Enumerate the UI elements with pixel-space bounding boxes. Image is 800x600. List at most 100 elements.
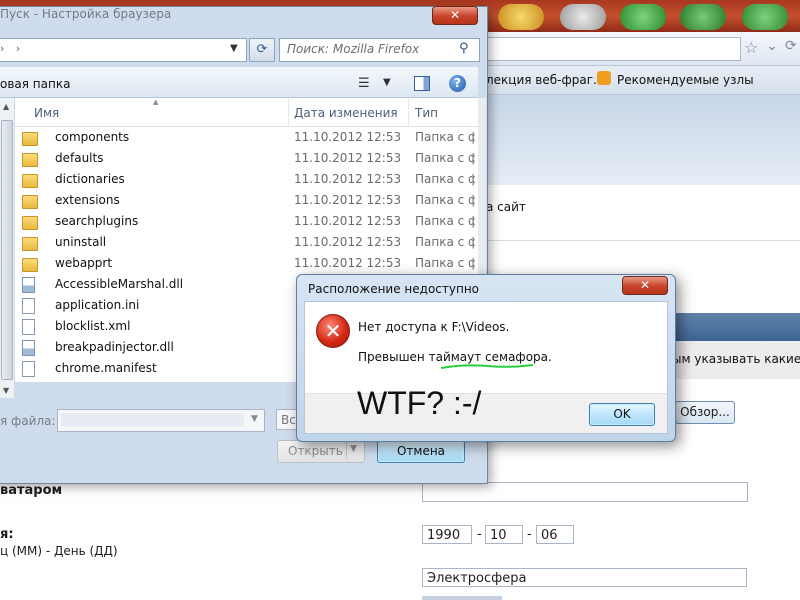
taskbar-icon-1[interactable]: [498, 4, 544, 30]
bookmark-icon: [597, 71, 611, 85]
folder-icon: [22, 174, 38, 188]
file-type: Папка с ф: [415, 130, 475, 144]
new-folder-button[interactable]: овая папка: [0, 77, 70, 91]
folder-icon: [22, 195, 38, 209]
chevron-down-icon[interactable]: ▼: [251, 414, 258, 424]
dll-file-icon: [22, 277, 35, 293]
taskbar-icon-2[interactable]: [560, 4, 606, 30]
file-date: 11.10.2012 12:53: [294, 130, 402, 144]
chevron-down-icon[interactable]: ▼: [350, 444, 357, 454]
dll-file-icon: [22, 340, 35, 356]
file-date: 11.10.2012 12:53: [294, 151, 402, 165]
file-name: searchplugins: [55, 214, 139, 228]
close-button[interactable]: ✕: [622, 276, 668, 295]
close-button[interactable]: ✕: [432, 6, 478, 25]
bookmark-item[interactable]: лекция веб-фраг...: [486, 73, 604, 87]
column-header-name[interactable]: Имя: [34, 106, 59, 120]
file-type: Папка с ф: [415, 193, 475, 207]
filename-text-area[interactable]: [61, 413, 244, 426]
dob-hint: ц (ММ) - День (ДД): [0, 544, 118, 558]
cancel-button[interactable]: Отмена: [377, 440, 465, 463]
search-icon[interactable]: ⚲: [459, 41, 469, 56]
view-options-icon[interactable]: ☰: [358, 76, 370, 91]
folder-icon: [22, 258, 38, 272]
folder-icon: [22, 237, 38, 251]
error-dialog-body: [304, 301, 668, 394]
bookmark-item[interactable]: Рекомендуемые узлы: [617, 73, 754, 87]
column-separator[interactable]: [288, 98, 289, 126]
refresh-icon[interactable]: ⟳: [249, 38, 275, 62]
file-type: Папка с ф: [415, 256, 475, 270]
highlight-underline: [441, 364, 533, 369]
file-type: Папка с ф: [415, 151, 475, 165]
taskbar-icon-4[interactable]: [680, 4, 726, 30]
file-date: 11.10.2012 12:53: [294, 214, 402, 228]
browse-button[interactable]: Обзор...: [675, 401, 735, 424]
dialog-toolbar: [0, 67, 478, 98]
page-header-band: [470, 95, 800, 185]
dob-year-field[interactable]: 1990: [422, 525, 472, 544]
file-date: 11.10.2012 12:53: [294, 193, 402, 207]
partial-control[interactable]: [422, 596, 502, 600]
column-header-type[interactable]: Тип: [415, 106, 438, 120]
star-icon[interactable]: ☆: [744, 38, 758, 57]
open-button-label: Открыть: [288, 444, 343, 458]
file-name: breakpadinjector.dll: [55, 340, 174, 354]
file-date: 11.10.2012 12:53: [294, 256, 402, 270]
file-name: components: [55, 130, 130, 144]
sort-ascending-icon: ▲: [153, 98, 159, 106]
file-icon: [22, 319, 35, 335]
filename-label: я файла:: [0, 414, 56, 428]
help-icon[interactable]: ?: [449, 75, 466, 92]
avatar-label: ватаром: [0, 483, 63, 498]
ok-button[interactable]: OK: [589, 403, 655, 426]
dob-month-field[interactable]: 10: [485, 525, 523, 544]
page-link[interactable]: а сайт: [486, 200, 526, 214]
dropdown-icon[interactable]: ⌄: [766, 38, 778, 54]
file-icon: [22, 361, 35, 377]
column-separator[interactable]: [408, 98, 409, 126]
file-name: defaults: [55, 151, 104, 165]
avatar-input[interactable]: [422, 482, 748, 502]
file-name: dictionaries: [55, 172, 125, 186]
column-header-date[interactable]: Дата изменения: [294, 106, 398, 120]
file-date: 11.10.2012 12:53: [294, 235, 402, 249]
file-name: application.ini: [55, 298, 140, 312]
city-input[interactable]: Электросфера: [422, 568, 747, 587]
file-name: AccessibleMarshal.dll: [55, 277, 184, 291]
search-placeholder: Поиск: Mozilla Firefox: [287, 42, 420, 56]
scroll-up-icon[interactable]: ▲: [3, 102, 9, 111]
preview-pane-icon[interactable]: [414, 76, 430, 91]
file-type: Папка с ф: [415, 235, 475, 249]
scrollbar-thumb[interactable]: [1, 120, 13, 380]
error-message: Нет доступа к F:\Videos.: [358, 320, 510, 334]
file-date: 11.10.2012 12:53: [294, 172, 402, 186]
dob-day-field[interactable]: 06: [536, 525, 574, 544]
dialog-title: Пуск - Настройка браузера: [0, 7, 172, 21]
button-divider: [346, 442, 347, 459]
annotation-text: WTF? :-/: [357, 385, 482, 421]
dob-separator: -: [477, 527, 482, 542]
error-icon: ✕: [316, 314, 350, 348]
folder-icon: [22, 153, 38, 167]
dob-separator: -: [527, 527, 532, 542]
file-name: chrome.manifest: [55, 361, 157, 375]
error-detail: Превышен таймаут семафора.: [358, 350, 552, 364]
scroll-down-icon[interactable]: ▼: [3, 386, 9, 395]
dob-label: я:: [0, 527, 14, 542]
folder-icon: [22, 216, 38, 230]
error-dialog-title: Расположение недоступно: [308, 282, 480, 296]
folder-icon: [22, 132, 38, 146]
reload-icon[interactable]: ⟳: [785, 38, 797, 54]
file-name: webapprt: [55, 256, 113, 270]
divider: [470, 240, 800, 241]
chevron-down-icon[interactable]: ▼: [230, 43, 238, 54]
taskbar-icon-3[interactable]: [620, 4, 666, 30]
address-bar[interactable]: [0, 38, 247, 62]
chevron-down-icon[interactable]: ▼: [383, 77, 391, 88]
file-type: Папка с ф: [415, 172, 475, 186]
url-bar[interactable]: [470, 37, 741, 61]
file-name: uninstall: [55, 235, 107, 249]
taskbar-icon-5[interactable]: [742, 4, 788, 30]
file-name: extensions: [55, 193, 120, 207]
